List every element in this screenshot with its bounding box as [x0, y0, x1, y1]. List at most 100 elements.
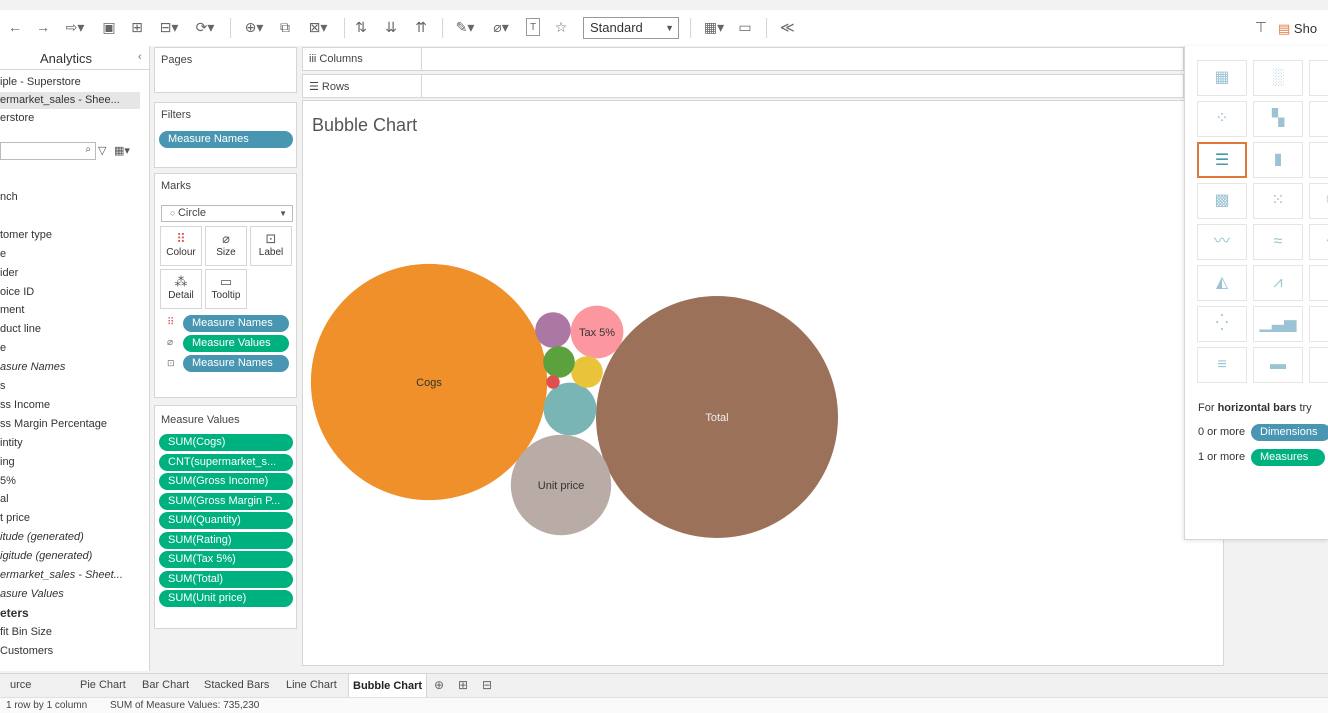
new-worksheet-icon[interactable]: ⊟▾ — [158, 18, 180, 36]
measure-value-pill[interactable]: SUM(Tax 5%) — [159, 551, 293, 568]
detail-button[interactable]: ⁂ Detail — [160, 269, 202, 309]
field-item[interactable]: ment — [0, 301, 150, 319]
new-datasource-icon[interactable]: ⊞ — [130, 18, 144, 36]
data-source-item[interactable]: iple - Superstore — [0, 74, 140, 91]
treemap-icon[interactable]: ▩ — [1197, 183, 1247, 219]
sheet-tab[interactable]: urce — [10, 679, 31, 691]
text-table-icon[interactable]: ▦ — [1197, 60, 1247, 96]
field-item[interactable]: al — [0, 490, 150, 508]
show-me-tab[interactable]: ▤ Sho — [1278, 18, 1328, 40]
field-item[interactable]: nch — [0, 188, 150, 206]
collapse-icon[interactable]: ‹ — [138, 51, 142, 63]
rows-shelf[interactable]: ☰ Rows — [302, 74, 1184, 98]
mark-type-select[interactable]: ○ Circle ▼ — [161, 205, 293, 222]
bubble-unlabeled-6[interactable] — [571, 356, 603, 388]
label-button[interactable]: ⊡ Label — [250, 226, 292, 266]
field-item[interactable]: t price — [0, 509, 150, 527]
measure-value-pill[interactable]: CNT(supermarket_s... — [159, 453, 293, 471]
view-options-icon[interactable]: ▦▾ — [114, 144, 130, 157]
new-worksheet-icon[interactable]: ⊕ — [434, 678, 444, 692]
symbol-map-icon[interactable]: ⁘ — [1197, 101, 1247, 137]
gantt-chart-icon[interactable]: ≡ — [1197, 347, 1247, 383]
filter-pill[interactable]: Measure Names — [159, 131, 293, 148]
horizontal-bars-icon[interactable]: ☰ — [1197, 142, 1247, 178]
line-continuous-icon[interactable]: 〰 — [1197, 224, 1247, 260]
sheet-tab[interactable]: Pie Chart — [80, 679, 126, 691]
bubble-unlabeled-8[interactable] — [546, 375, 560, 389]
field-item[interactable]: s — [0, 377, 150, 395]
analytics-tab[interactable]: Analytics ‹ — [0, 46, 150, 70]
new-dashboard-icon[interactable]: ⊞ — [458, 678, 468, 692]
side-by-side-circles-icon[interactable]: ⦿ — [1309, 183, 1328, 219]
stacked-bars-icon[interactable]: ▮ — [1253, 142, 1303, 178]
back-icon[interactable]: ← — [8, 18, 22, 36]
field-item[interactable]: ing — [0, 453, 150, 471]
field-item[interactable]: asure Names — [0, 358, 150, 376]
data-source-item[interactable]: erstore — [0, 110, 140, 127]
field-item[interactable]: e — [0, 339, 150, 357]
packed-bubbles-icon[interactable]: ◌ — [1309, 347, 1328, 383]
group-icon[interactable]: ⌀▾ — [488, 18, 514, 36]
measure-value-pill[interactable]: SUM(Gross Income) — [159, 473, 293, 490]
tooltip-button[interactable]: ▭ Tooltip — [205, 269, 247, 309]
field-item[interactable]: igitude (generated) — [0, 547, 150, 565]
area-discrete-icon[interactable]: ⩘ — [1253, 265, 1303, 301]
share-icon[interactable]: ≪ — [780, 18, 795, 36]
view-size-select[interactable]: Standard ▼ — [583, 17, 679, 39]
field-item[interactable]: Customers — [0, 642, 150, 660]
columns-shelf[interactable]: iii Columns — [302, 47, 1184, 71]
colour-button[interactable]: ⠿ Colour — [160, 226, 202, 266]
circle-views-icon[interactable]: ⁙ — [1253, 183, 1303, 219]
measure-value-pill[interactable]: SUM(Unit price) — [159, 590, 293, 607]
pin-icon[interactable]: ☆ — [554, 18, 568, 36]
field-item[interactable]: oice ID — [0, 283, 150, 301]
box-plot-icon[interactable]: ⊏ — [1309, 306, 1328, 342]
measure-value-pill[interactable]: SUM(Cogs) — [159, 434, 293, 451]
sheet-tab[interactable]: Bar Chart — [142, 679, 189, 691]
data-source-item[interactable]: ermarket_sales - Shee... — [0, 92, 140, 109]
measure-value-pill[interactable]: SUM(Quantity) — [159, 512, 293, 529]
label-encoding-pill[interactable]: Measure Names — [183, 355, 289, 372]
field-item[interactable]: tomer type — [0, 226, 150, 244]
data-source-icon[interactable]: ⇨▾ — [64, 18, 86, 36]
highlight-table-icon[interactable]: ▒ — [1309, 60, 1328, 96]
field-search-input[interactable]: ⌕ — [0, 142, 96, 160]
size-button[interactable]: ⌀ Size — [205, 226, 247, 266]
scatter-plot-icon[interactable]: ⁛ — [1197, 306, 1247, 342]
side-by-side-bars-icon[interactable]: ⫼ — [1309, 142, 1328, 178]
field-item[interactable]: ider — [0, 264, 150, 282]
duplicate-icon[interactable]: ⧉ — [278, 18, 292, 36]
pages-card[interactable]: Pages — [154, 47, 297, 93]
area-continuous-icon[interactable]: ◭ — [1197, 265, 1247, 301]
filled-map-icon[interactable]: ▚ — [1253, 101, 1303, 137]
field-item[interactable]: ss Margin Percentage — [0, 415, 150, 433]
field-item[interactable]: fit Bin Size — [0, 623, 150, 641]
save-icon[interactable]: ▣ — [102, 18, 116, 36]
sort-desc-icon[interactable]: ⇈ — [414, 18, 428, 36]
field-item[interactable]: intity — [0, 434, 150, 452]
filter-icon[interactable]: ▽ — [98, 144, 106, 157]
sheet-tab[interactable]: Bubble Chart — [348, 674, 428, 698]
cards-icon[interactable]: ▦▾ — [700, 18, 728, 36]
tooltip-pin-icon[interactable]: ⊤ — [1254, 18, 1268, 36]
show-labels-icon[interactable]: T — [526, 18, 540, 36]
measure-value-pill[interactable]: SUM(Total) — [159, 570, 293, 588]
new-story-icon[interactable]: ⊟ — [482, 678, 492, 692]
bubble-unlabeled-7[interactable] — [543, 346, 575, 378]
pie-chart-icon[interactable]: ◔ — [1309, 101, 1328, 137]
line-discrete-icon[interactable]: ≈ — [1253, 224, 1303, 260]
size-encoding-pill[interactable]: Measure Values — [183, 335, 289, 352]
heat-map-icon[interactable]: ░ — [1253, 60, 1303, 96]
field-item[interactable]: duct line — [0, 320, 150, 338]
histogram-icon[interactable]: ▁▃▅ — [1253, 306, 1303, 342]
field-item[interactable]: asure Values — [0, 585, 150, 603]
sheet-tab[interactable]: Stacked Bars — [204, 679, 269, 691]
swap-icon[interactable]: ⇅ — [354, 18, 368, 36]
field-item[interactable]: e — [0, 245, 150, 263]
new-sheet-icon[interactable]: ⊕▾ — [242, 18, 266, 36]
sheet-tab[interactable]: Line Chart — [286, 679, 337, 691]
refresh-icon[interactable]: ⟳▾ — [192, 18, 218, 36]
sort-asc-icon[interactable]: ⇊ — [384, 18, 398, 36]
bubble-unlabeled-5[interactable] — [535, 312, 571, 348]
presentation-icon[interactable]: ▭ — [738, 18, 752, 36]
